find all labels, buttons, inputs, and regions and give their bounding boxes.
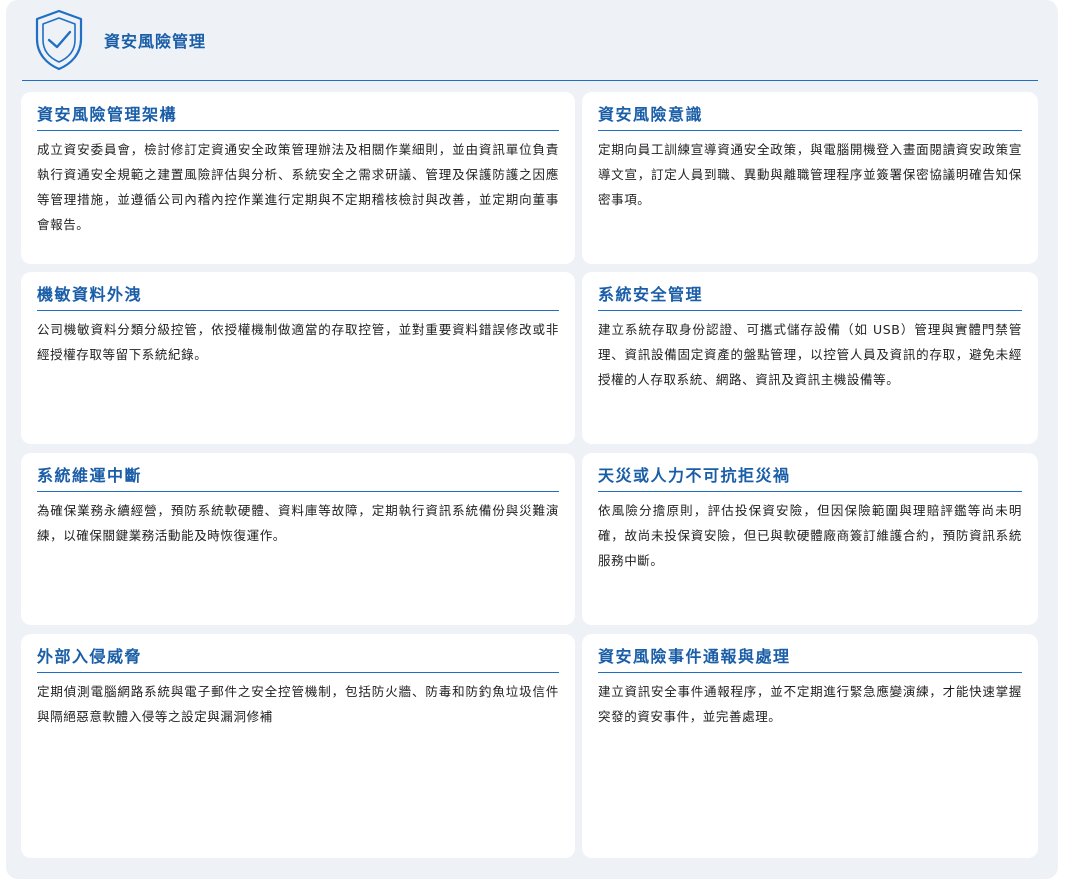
card-body: 定期向員工訓練宣導資通安全政策，與電腦開機登入畫面閱讀資安政策宣導文宣，訂定人員… <box>598 142 1022 207</box>
card-title: 系統安全管理 <box>598 284 1022 311</box>
card-security-awareness: 資安風險意識 定期向員工訓練宣導資通安全政策，與電腦開機登入畫面閱讀資安政策宣導… <box>582 92 1038 264</box>
card-sensitive-data-leak: 機敏資料外洩 公司機敏資料分類分級控管，依授權機制做適當的存取控管，並對重要資料… <box>21 272 575 444</box>
card-title: 資安風險管理架構 <box>37 104 559 131</box>
card-title: 機敏資料外洩 <box>37 284 559 311</box>
shield-check-icon <box>35 9 83 71</box>
card-body: 建立系統存取身份認證、可攜式儲存設備（如 USB）管理與實體門禁管理、資訊設備固… <box>598 322 1022 387</box>
card-title: 外部入侵威脅 <box>37 646 559 673</box>
section-header: 資安風險管理 <box>22 0 1038 81</box>
card-title: 資安風險事件通報與處理 <box>598 646 1022 673</box>
card-body: 為確保業務永續經營，預防系統軟硬體、資料庫等故障，定期執行資訊系統備份與災難演練… <box>37 503 559 543</box>
card-external-intrusion: 外部入侵威脅 定期偵測電腦網路系統與電子郵件之安全控管機制，包括防火牆、防毒和防… <box>21 634 575 858</box>
card-title: 天災或人力不可抗拒災禍 <box>598 465 1022 492</box>
page-title: 資安風險管理 <box>104 32 207 51</box>
card-body: 公司機敏資料分類分級控管，依授權機制做適當的存取控管，並對重要資料錯誤修改或非經… <box>37 322 559 362</box>
card-body: 建立資訊安全事件通報程序，並不定期進行緊急應變演練，才能快速掌握突發的資安事件，… <box>598 684 1022 724</box>
card-body: 定期偵測電腦網路系統與電子郵件之安全控管機制，包括防火牆、防毒和防釣魚垃圾信件與… <box>37 684 559 724</box>
card-force-majeure: 天災或人力不可抗拒災禍 依風險分擔原則，評估投保資安險，但因保險範圍與理賠評鑑等… <box>582 453 1038 625</box>
card-system-security-management: 系統安全管理 建立系統存取身份認證、可攜式儲存設備（如 USB）管理與實體門禁管… <box>582 272 1038 444</box>
card-title: 資安風險意識 <box>598 104 1022 131</box>
card-risk-management-framework: 資安風險管理架構 成立資安委員會，檢討修訂定資通安全政策管理辦法及相關作業細則，… <box>21 92 575 264</box>
card-body: 成立資安委員會，檢討修訂定資通安全政策管理辦法及相關作業細則，並由資訊單位負責執… <box>37 142 559 232</box>
card-title: 系統維運中斷 <box>37 465 559 492</box>
card-incident-reporting: 資安風險事件通報與處理 建立資訊安全事件通報程序，並不定期進行緊急應變演練，才能… <box>582 634 1038 858</box>
card-body: 依風險分擔原則，評估投保資安險，但因保險範圍與理賠評鑑等尚未明確，故尚未投保資安… <box>598 503 1022 568</box>
card-system-operation-interruption: 系統維運中斷 為確保業務永續經營，預防系統軟硬體、資料庫等故障，定期執行資訊系統… <box>21 453 575 625</box>
